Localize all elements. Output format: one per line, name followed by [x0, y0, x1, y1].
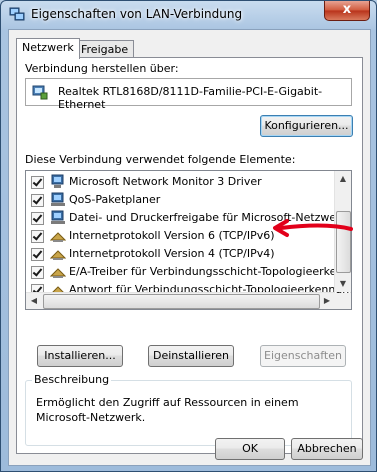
list-item-lltd-io-driver[interactable]: E/A-Treiber für Verbindungsschicht-Topol… — [26, 263, 351, 281]
protocol-icon — [50, 268, 66, 278]
cancel-button-label: Abbrechen — [297, 442, 357, 455]
list-item-qos[interactable]: QoS-Paketplaner — [26, 191, 336, 209]
scroll-down-icon[interactable]: ▼ — [335, 276, 351, 292]
configure-button-label: Konfigurieren... — [264, 119, 349, 132]
scroll-corner — [335, 293, 351, 309]
list-item-ipv4[interactable]: Internetprotokoll Version 4 (TCP/IPv4) — [26, 245, 336, 263]
components-list[interactable]: Microsoft Network Monitor 3 Driver QoS-P… — [25, 170, 352, 310]
horizontal-scrollbar[interactable]: ◀ ▶ — [26, 292, 335, 309]
properties-button[interactable]: Eigenschaften — [260, 345, 346, 367]
item-checkbox[interactable] — [31, 176, 44, 189]
protocol-icon — [50, 232, 66, 242]
item-checkbox[interactable] — [31, 194, 44, 207]
install-button[interactable]: Installieren... — [37, 345, 123, 367]
tab-netzwerk[interactable]: Netzwerk — [16, 38, 80, 59]
connect-via-label: Verbindung herstellen über: — [25, 62, 179, 75]
description-group: Beschreibung Ermöglicht den Zugriff auf … — [25, 373, 352, 446]
close-icon: x — [342, 2, 352, 17]
tab-netzwerk-label: Netzwerk — [22, 41, 74, 54]
components-label: Diese Verbindung verwendet folgende Elem… — [25, 153, 296, 166]
adapter-name: Realtek RTL8168D/8111D-Familie-PCI-E-Gig… — [58, 85, 323, 111]
adapter-box: Realtek RTL8168D/8111D-Familie-PCI-E-Gig… — [25, 78, 352, 111]
item-checkbox[interactable] — [31, 248, 44, 261]
properties-button-label: Eigenschaften — [264, 349, 342, 362]
ok-button-label: OK — [242, 442, 258, 455]
scroll-up-icon[interactable]: ▲ — [335, 171, 351, 187]
ok-button[interactable]: OK — [215, 438, 285, 460]
network-service-icon — [51, 210, 65, 224]
scroll-right-icon[interactable]: ▶ — [319, 293, 335, 309]
configure-button[interactable]: Konfigurieren... — [260, 115, 353, 137]
tab-freigabe-label: Freigabe — [81, 43, 129, 56]
red-arrow-annotation — [273, 219, 353, 237]
description-text: Ermöglicht den Zugriff auf Ressourcen in… — [36, 396, 299, 424]
item-label: Internetprotokoll Version 6 (TCP/IPv6) — [69, 229, 275, 242]
tab-panel-netzwerk: Verbindung herstellen über: Realtek RTL8… — [16, 57, 363, 454]
window-title: Eigenschaften von LAN-Verbindung — [31, 7, 243, 21]
horizontal-scroll-thumb[interactable] — [43, 294, 320, 309]
close-button[interactable]: x — [324, 1, 370, 21]
item-label: Internetprotokoll Version 4 (TCP/IPv4) — [69, 247, 275, 260]
network-adapter-icon — [32, 85, 48, 100]
item-checkbox[interactable] — [31, 266, 44, 279]
item-checkbox[interactable] — [31, 230, 44, 243]
network-connection-icon — [9, 7, 25, 21]
protocol-icon — [50, 250, 66, 260]
scroll-left-icon[interactable]: ◀ — [26, 293, 42, 309]
uninstall-button[interactable]: Deinstallieren — [148, 345, 234, 367]
network-client-icon — [51, 174, 64, 188]
item-label: E/A-Treiber für Verbindungsschicht-Topol… — [69, 265, 352, 278]
list-item-netmon[interactable]: Microsoft Network Monitor 3 Driver — [26, 173, 336, 191]
title-bar[interactable]: Eigenschaften von LAN-Verbindung x — [1, 1, 376, 29]
item-label: QoS-Paketplaner — [69, 193, 161, 206]
item-checkbox[interactable] — [31, 212, 44, 225]
item-label: Microsoft Network Monitor 3 Driver — [69, 175, 262, 188]
uninstall-button-label: Deinstallieren — [152, 349, 229, 362]
dialog-window: Eigenschaften von LAN-Verbindung x Netzw… — [0, 0, 377, 472]
cancel-button[interactable]: Abbrechen — [291, 438, 363, 460]
network-service-icon — [51, 192, 65, 206]
install-button-label: Installieren... — [44, 349, 116, 362]
dialog-client: Netzwerk Freigabe Verbindung herstellen … — [8, 29, 371, 466]
description-legend: Beschreibung — [32, 373, 112, 386]
